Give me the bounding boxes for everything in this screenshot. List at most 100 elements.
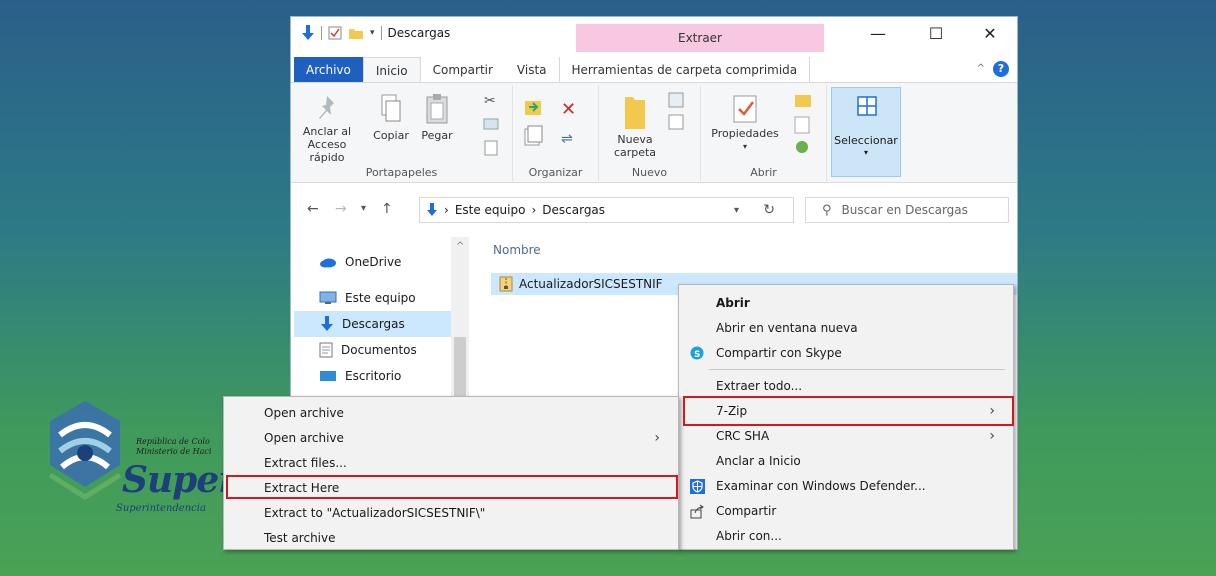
pin-label: Anclar al Acceso rápido bbox=[302, 125, 352, 164]
group-portapapeles: Anclar al Acceso rápido Copiar Pegar ✂ P… bbox=[291, 85, 513, 181]
title-bar: ▾ Descargas Extraer — ☐ ✕ bbox=[291, 17, 1017, 52]
help-icon[interactable]: ? bbox=[993, 61, 1009, 77]
tab-vista[interactable]: Vista bbox=[505, 57, 559, 82]
submenu-item-open-archive-more[interactable]: Open archive › bbox=[224, 426, 678, 450]
menu-item-abrir[interactable]: Abrir bbox=[679, 291, 1013, 315]
quick-access-toolbar: ▾ Descargas bbox=[301, 25, 450, 41]
forward-arrow-icon[interactable]: → bbox=[335, 201, 347, 217]
nav-label: OneDrive bbox=[345, 255, 402, 269]
properties-button[interactable]: Propiedades ▾ bbox=[707, 93, 783, 153]
open-small-icons[interactable] bbox=[791, 91, 819, 161]
breadcrumb-descargas[interactable]: Descargas bbox=[542, 203, 605, 217]
nav-item-escritorio[interactable]: Escritorio bbox=[293, 363, 451, 389]
desktop-icon bbox=[320, 371, 336, 381]
search-box[interactable]: ⚲ Buscar en Descargas bbox=[805, 197, 1009, 223]
minimize-button[interactable]: — bbox=[855, 21, 901, 47]
select-label: Seleccionar bbox=[834, 134, 898, 147]
share-icon bbox=[690, 504, 704, 518]
submenu-item-extract-files[interactable]: Extract files... bbox=[224, 451, 678, 475]
menu-item-extraer-todo[interactable]: Extraer todo... bbox=[679, 374, 1013, 398]
download-arrow-icon[interactable] bbox=[301, 25, 315, 41]
menu-item-crc-sha[interactable]: CRC SHA › bbox=[679, 424, 1013, 448]
onedrive-icon bbox=[320, 258, 336, 268]
svg-text:✕: ✕ bbox=[561, 99, 576, 120]
submenu-item-open-archive[interactable]: Open archive bbox=[224, 401, 678, 425]
properties-label: Propiedades bbox=[711, 127, 779, 140]
svg-text:✂: ✂ bbox=[484, 93, 496, 109]
column-header-nombre[interactable]: Nombre bbox=[493, 243, 541, 257]
back-arrow-icon[interactable]: ← bbox=[307, 201, 319, 217]
submenu-item-extract-to[interactable]: Extract to "ActualizadorSICSESTNIF\" bbox=[224, 501, 678, 525]
organize-icons[interactable]: ✕ ⇌ bbox=[521, 95, 593, 155]
computer-icon bbox=[319, 291, 337, 304]
select-button[interactable]: Seleccionar ▾ bbox=[831, 87, 901, 177]
folder-icon bbox=[625, 97, 645, 129]
close-button[interactable]: ✕ bbox=[967, 21, 1013, 47]
svg-text:⇌: ⇌ bbox=[561, 131, 573, 147]
skype-icon: S bbox=[690, 346, 704, 360]
chevron-right-icon: › bbox=[989, 428, 995, 444]
recent-dropdown-icon[interactable]: ▾ bbox=[361, 203, 366, 214]
logo-brand: Super bbox=[122, 459, 237, 501]
menu-item-compartir-skype[interactable]: S Compartir con Skype bbox=[679, 341, 1013, 365]
address-bar[interactable]: › Este equipo › Descargas ▾ ↻ bbox=[419, 197, 794, 223]
svg-text:S: S bbox=[694, 350, 700, 360]
nav-label: Documentos bbox=[341, 343, 417, 357]
organizar-label: Organizar bbox=[528, 166, 583, 179]
select-grid-icon bbox=[857, 96, 877, 116]
downloads-icon bbox=[321, 316, 333, 331]
nav-item-documentos[interactable]: Documentos bbox=[293, 337, 451, 363]
menu-item-label: Open archive bbox=[264, 431, 344, 445]
logo-country-line1: República de Colo bbox=[136, 437, 210, 446]
search-icon: ⚲ bbox=[822, 202, 832, 218]
submenu-item-test-archive[interactable]: Test archive bbox=[224, 526, 678, 550]
paste-button[interactable]: Pegar bbox=[415, 93, 459, 142]
menu-item-anclar-inicio[interactable]: Anclar a Inicio bbox=[679, 449, 1013, 473]
breadcrumb-este-equipo[interactable]: Este equipo bbox=[455, 203, 526, 217]
context-tab-extraer[interactable]: Extraer bbox=[576, 24, 824, 52]
nav-item-descargas[interactable]: Descargas bbox=[294, 311, 452, 337]
superintendencia-logo: República de Colo Ministerio de Haci Supe… bbox=[40, 395, 240, 525]
copy-label: Copiar bbox=[373, 129, 409, 142]
address-dropdown-icon[interactable]: ▾ bbox=[734, 205, 739, 216]
maximize-button[interactable]: ☐ bbox=[913, 21, 959, 47]
file-name: ActualizadorSICSESTNIF bbox=[519, 277, 663, 291]
select-dropdown-icon: ▾ bbox=[863, 148, 868, 157]
highlight-7zip bbox=[683, 396, 1014, 426]
menu-item-abrir-ventana-nueva[interactable]: Abrir en ventana nueva bbox=[679, 316, 1013, 340]
ribbon-tabs: Archivo Inicio Compartir Vista Herramien… bbox=[291, 57, 1017, 83]
nav-item-este-equipo[interactable]: Este equipo bbox=[293, 285, 451, 311]
scroll-up-icon[interactable]: ^ bbox=[456, 241, 464, 252]
portapapeles-label: Portapapeles bbox=[365, 166, 438, 179]
menu-item-abrir-con[interactable]: Abrir con... bbox=[679, 524, 1013, 548]
clipboard-small-icons[interactable]: ✂ bbox=[481, 91, 503, 157]
new-folder-label: Nueva carpeta bbox=[613, 133, 657, 159]
menu-item-compartir[interactable]: Compartir bbox=[679, 499, 1013, 523]
group-organizar: ✕ ⇌ Organizar bbox=[513, 85, 599, 181]
logo-emblem-icon bbox=[48, 401, 122, 500]
tab-archivo[interactable]: Archivo bbox=[294, 57, 363, 82]
refresh-icon[interactable]: ↻ bbox=[763, 202, 775, 218]
new-folder-button[interactable]: Nueva carpeta bbox=[609, 91, 661, 159]
chevron-right-icon: › bbox=[444, 203, 449, 217]
menu-item-windows-defender[interactable]: Examinar con Windows Defender... bbox=[679, 474, 1013, 498]
collapse-ribbon-icon[interactable]: ^ bbox=[977, 63, 985, 74]
tab-inicio[interactable]: Inicio bbox=[362, 57, 421, 82]
properties-check-icon[interactable] bbox=[328, 26, 342, 40]
copy-button[interactable]: Copiar bbox=[369, 93, 413, 142]
ribbon: Anclar al Acceso rápido Copiar Pegar ✂ P… bbox=[291, 83, 1017, 183]
menu-item-label: CRC SHA bbox=[716, 429, 770, 443]
tab-herramientas[interactable]: Herramientas de carpeta comprimida bbox=[558, 57, 811, 82]
up-arrow-icon[interactable]: ↑ bbox=[381, 201, 393, 217]
customize-qa-icon[interactable]: ▾ bbox=[370, 28, 375, 38]
tab-compartir[interactable]: Compartir bbox=[421, 57, 505, 82]
chevron-right-icon: › bbox=[531, 203, 537, 217]
new-folder-icon[interactable] bbox=[348, 26, 364, 40]
new-item-icons[interactable] bbox=[665, 91, 691, 131]
paste-icon bbox=[426, 94, 448, 124]
paste-label: Pegar bbox=[421, 129, 453, 142]
nav-item-onedrive[interactable]: OneDrive bbox=[293, 249, 451, 275]
windows-defender-icon bbox=[690, 478, 705, 494]
pin-quick-access-button[interactable]: Anclar al Acceso rápido bbox=[295, 93, 359, 164]
abrir-label: Abrir bbox=[750, 166, 777, 179]
